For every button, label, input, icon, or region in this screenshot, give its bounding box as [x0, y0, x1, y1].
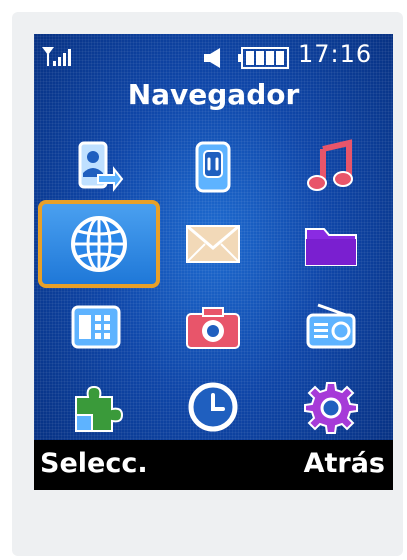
menu-item-radio[interactable]: [276, 290, 386, 364]
music-note-icon: [307, 139, 353, 191]
menu-item-calendar[interactable]: [41, 290, 151, 364]
menu-item-messages[interactable]: [158, 207, 268, 281]
select-softkey[interactable]: Selecc.: [40, 448, 148, 479]
main-menu-grid: [34, 130, 393, 440]
contacts-transfer-icon: [78, 141, 124, 192]
menu-item-contacts[interactable]: [41, 130, 151, 204]
battery-icon: [238, 47, 289, 69]
menu-item-music[interactable]: [276, 130, 386, 204]
menu-item-phone[interactable]: [158, 130, 268, 204]
applications-puzzle-icon: [75, 385, 124, 432]
page-title: Navegador: [127, 78, 300, 111]
menu-item-clock[interactable]: [158, 370, 268, 444]
camera-icon: [186, 307, 240, 349]
mobile-phone-icon: [195, 141, 231, 193]
menu-item-files[interactable]: [276, 207, 386, 281]
clock-time: 17:16: [298, 40, 373, 68]
browser-globe-icon: [71, 216, 127, 272]
phone-screen: 17:16 Navegador Selecc. Atrás: [34, 34, 393, 490]
clock-icon: [188, 382, 238, 432]
softkey-bar: Selecc. Atrás: [34, 440, 393, 490]
folder-icon: [305, 228, 357, 266]
menu-item-browser[interactable]: [38, 200, 160, 288]
messages-envelope-icon: [186, 224, 240, 263]
radio-icon: [306, 303, 356, 349]
menu-item-camera[interactable]: [158, 290, 268, 364]
back-softkey[interactable]: Atrás: [304, 448, 385, 479]
speaker-icon: [204, 48, 220, 68]
signal-bars-icon: [42, 47, 71, 66]
status-bar: 17:16: [34, 34, 393, 78]
menu-item-settings[interactable]: [276, 370, 386, 444]
settings-gear-icon: [304, 382, 358, 434]
menu-item-applications[interactable]: [41, 370, 151, 444]
calendar-icon: [71, 305, 121, 349]
